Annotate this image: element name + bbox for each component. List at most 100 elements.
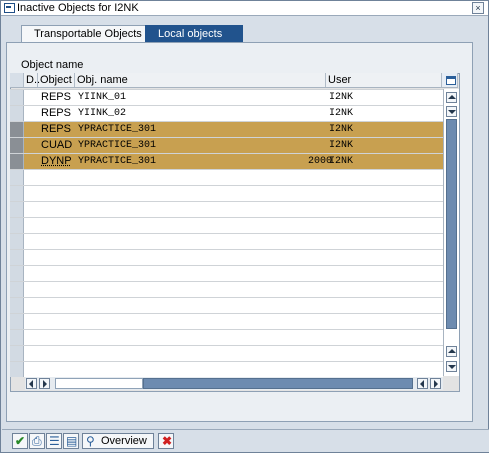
row-obj-name: YPRACTICE_301 [78,140,157,151]
row-selector[interactable] [10,314,24,329]
row-number [292,138,332,153]
column-header-user[interactable]: User [326,73,442,87]
row-obj-name: YPRACTICE_301 [78,156,157,167]
scroll-left-end-button[interactable] [417,378,428,389]
section-label: Object name [21,59,84,71]
dialog-toolbar: ✔ ⎙ ☰ ▤ ⚲ Overview ✖ [2,429,489,452]
row-user: I2NK [329,140,354,151]
overview-label: Overview [101,435,147,447]
close-icon[interactable]: × [472,2,484,14]
list-glyph: ☰ [49,434,60,448]
row-object: DYNP [41,155,72,167]
row-selector[interactable] [10,218,24,233]
list-icon[interactable]: ☰ [46,433,62,449]
empty-row [10,185,443,201]
row-object: REPS [41,107,71,119]
row-user: I2NK [329,108,354,119]
row-selector[interactable] [10,346,24,361]
empty-row [10,313,443,329]
document-glyph: ▤ [66,434,78,448]
row-selector[interactable] [10,106,24,121]
arrow-right-icon [43,380,47,388]
arrow-up-icon [448,95,456,99]
empty-row [10,281,443,297]
document-icon[interactable]: ▤ [63,433,79,449]
row-selector[interactable] [10,170,24,185]
row-selector[interactable] [10,202,24,217]
empty-row [10,361,443,377]
row-selector[interactable] [10,250,24,265]
empty-row [10,201,443,217]
row-user: I2NK [329,92,354,103]
horizontal-scrollbar[interactable] [25,377,443,390]
row-object: CUAD [41,139,73,151]
scroll-right-button[interactable] [39,378,50,389]
row-selector[interactable] [10,362,24,377]
row-selector[interactable] [10,138,24,153]
row-obj-name: YIINK_01 [78,92,127,103]
column-header-d[interactable]: D.. [24,73,40,87]
scroll-left-button[interactable] [26,378,37,389]
overview-icon: ⚲ [86,434,95,448]
grid-header: D.. Object Obj. name User [10,73,458,88]
empty-row [10,265,443,281]
tab-local-objects-label: Local objects [158,28,223,40]
row-object: REPS [41,91,71,103]
select-all-cell[interactable] [10,73,24,87]
horizontal-scroll-thumb[interactable] [55,378,143,389]
empty-row [10,297,443,313]
empty-row [10,169,443,185]
title-bar: Inactive Objects for I2NK × [1,1,488,16]
vertical-scrollbar[interactable] [443,89,459,376]
row-selector[interactable] [10,122,24,137]
column-header-obj-name[interactable]: Obj. name [75,73,326,87]
row-object: REPS [41,123,71,135]
row-number [292,90,332,105]
empty-row [10,345,443,361]
row-selector[interactable] [10,90,24,105]
scroll-up-bottom-button[interactable] [446,346,457,357]
row-selector[interactable] [10,266,24,281]
window-icon [4,3,15,13]
arrow-left-icon [420,380,424,388]
scroll-down-bottom-button[interactable] [446,361,457,372]
row-number [292,122,332,137]
row-selector[interactable] [10,330,24,345]
empty-row [10,233,443,249]
overview-button[interactable]: ⚲ Overview [82,433,154,449]
print-icon[interactable]: ⎙ [29,433,45,449]
table-row[interactable]: REPS YIINK_01 I2NK [10,89,443,105]
table-row[interactable]: DYNP YPRACTICE_301 2000 I2NK [10,153,443,169]
row-selector[interactable] [10,154,24,169]
arrow-left-icon [29,380,33,388]
cancel-icon[interactable]: ✖ [158,433,174,449]
empty-row [10,249,443,265]
row-number: 2000 [307,156,332,167]
row-selector[interactable] [10,186,24,201]
print-glyph: ⎙ [32,434,42,448]
table-row[interactable]: REPS YIINK_02 I2NK [10,105,443,121]
inactive-objects-window: Inactive Objects for I2NK × Transportabl… [0,0,489,453]
row-obj-name: YIINK_02 [78,108,127,119]
checkmark-glyph: ✔ [15,434,26,448]
row-user: I2NK [329,124,354,135]
arrow-up-icon [448,349,456,353]
row-selector[interactable] [10,298,24,313]
row-user: I2NK [329,156,354,167]
horizontal-scroll-track[interactable] [143,378,413,389]
checkmark-icon[interactable]: ✔ [12,433,28,449]
empty-row [10,217,443,233]
table-row[interactable]: REPS YPRACTICE_301 I2NK [10,121,443,137]
arrow-down-icon [448,110,456,114]
row-selector[interactable] [10,282,24,297]
table-row[interactable]: CUAD YPRACTICE_301 I2NK [10,137,443,153]
row-selector[interactable] [10,234,24,249]
empty-row [10,329,443,345]
scroll-down-button[interactable] [446,106,457,117]
column-header-object[interactable]: Object [38,73,75,87]
vertical-scroll-thumb[interactable] [446,119,457,329]
cancel-glyph: ✖ [162,434,173,448]
scroll-up-button[interactable] [446,92,457,103]
table-settings-icon[interactable] [442,73,458,87]
scroll-right-end-button[interactable] [430,378,441,389]
